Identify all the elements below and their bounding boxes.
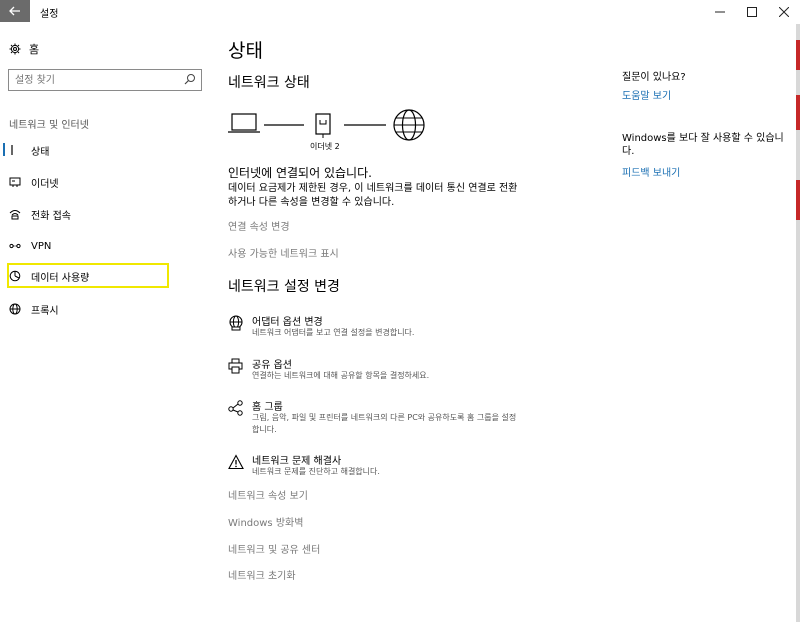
sidebar-item-ethernet[interactable]: 이더넷 bbox=[9, 173, 59, 191]
sidebar-item-proxy[interactable]: 프록시 bbox=[9, 300, 59, 318]
dialup-icon bbox=[9, 208, 21, 220]
setting-description: 네트워크 어댑터를 보고 연결 설정을 변경합니다. bbox=[252, 328, 415, 337]
network-status-heading: 네트워크 상태 bbox=[228, 75, 310, 91]
gear-icon bbox=[9, 43, 21, 55]
sidebar-home-label: 홈 bbox=[29, 43, 40, 56]
maximize-icon bbox=[747, 7, 757, 17]
improve-heading: Windows를 보다 잘 사용할 수 있습니다. bbox=[622, 133, 784, 157]
show-available-networks-link[interactable]: 사용 가능한 네트워크 표시 bbox=[228, 245, 339, 260]
connection-status: 인터넷에 연결되어 있습니다. bbox=[228, 166, 372, 180]
window-title: 설정 bbox=[40, 9, 59, 20]
connection-description: 데이터 요금제가 제한된 경우, 이 네트워크를 데이터 통신 연결로 전환하거… bbox=[228, 183, 518, 208]
ethernet-icon bbox=[9, 176, 21, 188]
help-heading: 질문이 있나요? bbox=[622, 72, 686, 83]
internet-globe-icon bbox=[393, 109, 425, 141]
network-sharing-center-link[interactable]: 네트워크 및 공유 센터 bbox=[228, 541, 320, 556]
setting-title: 네트워크 문제 해결사 bbox=[252, 456, 342, 467]
adapter-icon bbox=[229, 315, 243, 331]
send-feedback-link[interactable]: 피드백 보내기 bbox=[622, 164, 680, 179]
troubleshooter-item[interactable]: 네트워크 문제 해결사 네트워크 문제를 진단하고 해결합니다. bbox=[228, 452, 518, 482]
title-bar: 설정 bbox=[0, 0, 800, 24]
sharing-printer-icon bbox=[228, 358, 243, 374]
sidebar-item-label: 데이터 사용량 bbox=[31, 272, 90, 284]
change-network-settings-heading: 네트워크 설정 변경 bbox=[228, 279, 340, 295]
view-network-properties-link[interactable]: 네트워크 속성 보기 bbox=[228, 487, 308, 502]
vpn-icon bbox=[9, 240, 21, 252]
sidebar-item-status[interactable]: 상태 bbox=[9, 141, 49, 159]
page-title: 상태 bbox=[228, 40, 263, 62]
sidebar-item-dialup[interactable]: 전화 접속 bbox=[9, 205, 71, 223]
minimize-button[interactable] bbox=[704, 0, 736, 24]
warning-icon bbox=[228, 454, 244, 470]
status-icon bbox=[9, 144, 21, 156]
search-input[interactable] bbox=[15, 73, 175, 87]
back-button[interactable] bbox=[0, 0, 30, 22]
sidebar-item-label: 상태 bbox=[31, 146, 50, 158]
data-usage-icon bbox=[9, 270, 21, 282]
minimize-icon bbox=[715, 11, 725, 13]
sidebar-item-label: VPN bbox=[31, 240, 52, 252]
background-window-mark bbox=[796, 180, 800, 220]
get-help-link[interactable]: 도움말 보기 bbox=[622, 87, 671, 102]
sidebar-home[interactable]: 홈 bbox=[9, 40, 39, 58]
sidebar-item-label: 이더넷 bbox=[31, 178, 59, 190]
network-diagram: 이더넷 2 bbox=[228, 108, 438, 154]
active-indicator bbox=[3, 143, 5, 156]
close-icon bbox=[779, 7, 789, 17]
setting-description: 네트워크 문제를 진단하고 해결합니다. bbox=[252, 467, 380, 476]
change-connection-properties-link[interactable]: 연결 속성 변경 bbox=[228, 218, 290, 233]
back-arrow-icon bbox=[9, 6, 20, 16]
adapter-options-item[interactable]: 어댑터 옵션 변경 네트워크 어댑터를 보고 연결 설정을 변경합니다. bbox=[228, 313, 518, 343]
background-window-mark bbox=[796, 40, 800, 70]
search-icon[interactable] bbox=[184, 73, 196, 85]
setting-description: 연결하는 네트워크에 대해 공유할 항목을 결정하세요. bbox=[252, 371, 430, 380]
sidebar-item-vpn[interactable]: VPN bbox=[9, 237, 51, 255]
homegroup-item[interactable]: 홈 그룹 그림, 음악, 파일 및 프린터를 네트워크의 다른 PC와 공유하도… bbox=[228, 398, 518, 438]
globe-icon bbox=[9, 303, 21, 315]
background-window-mark bbox=[796, 95, 800, 130]
setting-title: 어댑터 옵션 변경 bbox=[252, 317, 323, 328]
adapter-name-label: 이더넷 2 bbox=[310, 142, 340, 151]
sidebar-item-data-usage[interactable]: 데이터 사용량 bbox=[9, 267, 89, 285]
network-reset-link[interactable]: 네트워크 초기화 bbox=[228, 567, 296, 582]
windows-firewall-link[interactable]: Windows 방화벽 bbox=[228, 514, 303, 529]
close-button[interactable] bbox=[768, 0, 800, 24]
sidebar-item-label: 프록시 bbox=[31, 305, 59, 317]
sharing-options-item[interactable]: 공유 옵션 연결하는 네트워크에 대해 공유할 항목을 결정하세요. bbox=[228, 356, 518, 386]
ethernet-port-icon bbox=[315, 113, 331, 138]
maximize-button[interactable] bbox=[736, 0, 768, 24]
pc-icon bbox=[228, 113, 260, 133]
setting-title: 공유 옵션 bbox=[252, 360, 292, 371]
homegroup-icon bbox=[228, 400, 243, 416]
setting-description: 그림, 음악, 파일 및 프린터를 네트워크의 다른 PC와 공유하도록 홈 그… bbox=[252, 413, 517, 434]
sidebar-item-label: 전화 접속 bbox=[31, 210, 71, 222]
setting-title: 홈 그룹 bbox=[252, 402, 283, 413]
sidebar-section-heading: 네트워크 및 인터넷 bbox=[9, 120, 89, 131]
search-field[interactable] bbox=[8, 69, 202, 91]
